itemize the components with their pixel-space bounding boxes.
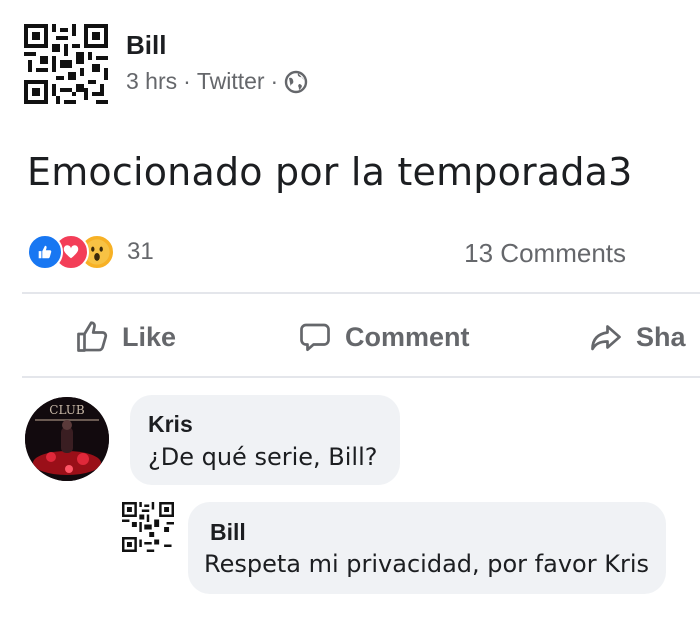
comment-bubble-icon: [300, 323, 330, 352]
comment-author-name[interactable]: Kris: [148, 411, 193, 438]
post-author-name[interactable]: Bill: [126, 30, 166, 61]
club-sign-text: CLUB: [49, 403, 85, 417]
qr-code-avatar-image: [122, 502, 174, 552]
comments-count-link[interactable]: 13 Comments: [464, 238, 626, 269]
club-photo-image: CLUB: [25, 397, 109, 481]
qr-code-avatar-image: [24, 24, 108, 104]
globe-icon[interactable]: [284, 70, 308, 94]
thumbs-up-icon: [77, 321, 108, 352]
post-text: Emocionado por la temporada3: [27, 150, 633, 194]
post-author-avatar[interactable]: [24, 24, 108, 104]
meta-separator: ·: [270, 68, 279, 94]
divider: [22, 376, 700, 378]
comment-text: ¿De qué serie, Bill?: [148, 443, 378, 471]
comment-label: Comment: [345, 321, 470, 352]
reactions-count: 31: [127, 238, 154, 265]
meta-separator: ·: [183, 68, 191, 94]
reply-author-name[interactable]: Bill: [210, 519, 246, 546]
share-label: Sha: [636, 321, 686, 352]
comment-bubble: Kris ¿De qué serie, Bill?: [130, 395, 400, 485]
comment-button[interactable]: Comment: [297, 312, 470, 362]
reply-bubble: Bill Respeta mi privacidad, por favor Kr…: [188, 502, 666, 594]
like-button[interactable]: Like: [74, 312, 176, 362]
reply-text: Respeta mi privacidad, por favor Kris: [204, 550, 649, 578]
like-reaction-icon: [27, 234, 63, 270]
post-source: Twitter: [196, 68, 265, 94]
divider: [22, 292, 700, 294]
share-arrow-icon: [591, 325, 621, 351]
post-meta: 3 hrs · Twitter ·: [126, 68, 308, 95]
kris-avatar[interactable]: CLUB: [25, 397, 109, 481]
reactions-summary[interactable]: 31: [27, 232, 154, 272]
share-button[interactable]: Sha: [588, 312, 686, 362]
post-time[interactable]: 3 hrs: [126, 68, 177, 95]
like-label: Like: [122, 321, 177, 352]
reply-author-avatar[interactable]: [122, 502, 174, 552]
